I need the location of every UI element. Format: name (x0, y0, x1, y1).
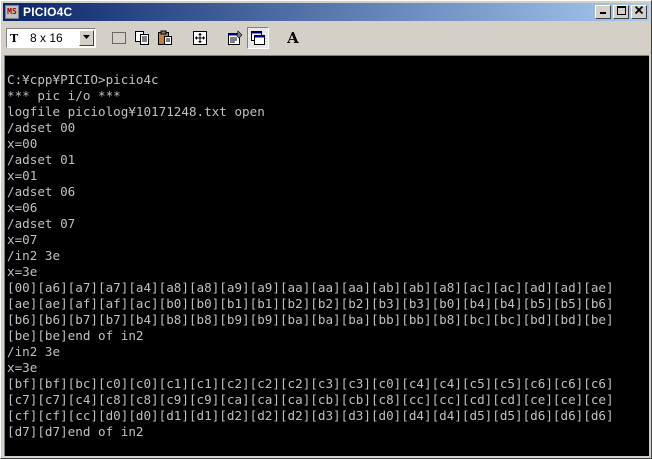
console-line: [b6][b6][b7][b7][b4][b8][b8][b9][b9][ba]… (7, 312, 614, 327)
toolbar: T 8 x 16 A (3, 23, 649, 53)
console-line: [d7][d7]end of in2 (7, 424, 144, 439)
console-line: C:¥cpp¥PICIO>picio4c (7, 72, 159, 87)
property-tools (224, 27, 270, 49)
msdos-icon[interactable]: MS (5, 5, 19, 19)
paste-button[interactable] (154, 27, 176, 49)
copy-icon (135, 31, 149, 45)
console-line: x=07 (7, 232, 38, 247)
console-line: /adset 00 (7, 120, 76, 135)
edit-tools (108, 27, 177, 49)
maximize-icon (616, 6, 626, 15)
truetype-icon: T (10, 31, 19, 45)
fullscreen-icon (193, 31, 207, 45)
window-controls (593, 5, 647, 19)
console-output[interactable]: C:¥cpp¥PICIO>picio4c *** pic i/o *** logfi… (4, 55, 649, 456)
close-button[interactable] (631, 5, 647, 19)
console-line: [bf][bf][bc][c0][c0][c1][c1][c2][c2][c2]… (7, 376, 614, 391)
minimize-button[interactable] (595, 5, 611, 19)
fullscreen-button[interactable] (189, 27, 211, 49)
console-line: [00][a6][a7][a7][a4][a8][a8][a9][a9][aa]… (7, 280, 614, 295)
console-line: /in2 3e (7, 248, 61, 263)
console-lines: C:¥cpp¥PICIO>picio4c *** pic i/o *** logfi… (7, 72, 614, 440)
console-line: /adset 01 (7, 152, 76, 167)
maximize-button[interactable] (613, 5, 629, 19)
console-window: MS PICIO4C T 8 x 16 A C:¥cpp¥PICIO>picio… (0, 0, 652, 459)
console-line: x=00 (7, 136, 38, 151)
console-line: x=3e (7, 264, 38, 279)
copy-button[interactable] (131, 27, 153, 49)
console-line: logfile piciolog¥10171248.txt open (7, 104, 265, 119)
font-size-select[interactable]: T 8 x 16 (6, 28, 96, 48)
console-line: x=01 (7, 168, 38, 183)
properties-button[interactable] (224, 27, 246, 49)
console-line: /adset 06 (7, 184, 76, 199)
console-line: /in2 3e (7, 344, 61, 359)
console-line: x=3e (7, 360, 38, 375)
properties-icon (228, 30, 243, 45)
mark-button[interactable] (108, 27, 130, 49)
mark-icon (112, 32, 126, 44)
window-title: PICIO4C (23, 5, 73, 19)
dropdown-button[interactable] (79, 30, 94, 46)
console-line: [c7][c7][c4][c8][c8][c9][c9][ca][ca][ca]… (7, 392, 614, 407)
view-tools (189, 27, 212, 49)
font-icon: A (287, 29, 299, 47)
console-line: *** pic i/o *** (7, 88, 121, 103)
background-button[interactable] (247, 27, 269, 49)
font-tools: A (282, 27, 305, 49)
font-button[interactable]: A (282, 27, 304, 49)
console-line: [be][be]end of in2 (7, 328, 144, 343)
title-bar[interactable]: MS PICIO4C (3, 3, 649, 21)
console-line: [cf][cf][cc][d0][d0][d1][d1][d2][d2][d2]… (7, 408, 614, 423)
console-line: x=06 (7, 200, 38, 215)
close-icon (634, 5, 644, 15)
console-line: /adset 07 (7, 216, 76, 231)
paste-icon (158, 30, 172, 45)
console-line: [ae][ae][af][af][ac][b0][b0][b1][b1][b2]… (7, 296, 614, 311)
font-size-value: 8 x 16 (30, 31, 63, 45)
minimize-icon (600, 12, 606, 14)
background-icon (251, 31, 265, 45)
chevron-down-icon (83, 35, 90, 39)
